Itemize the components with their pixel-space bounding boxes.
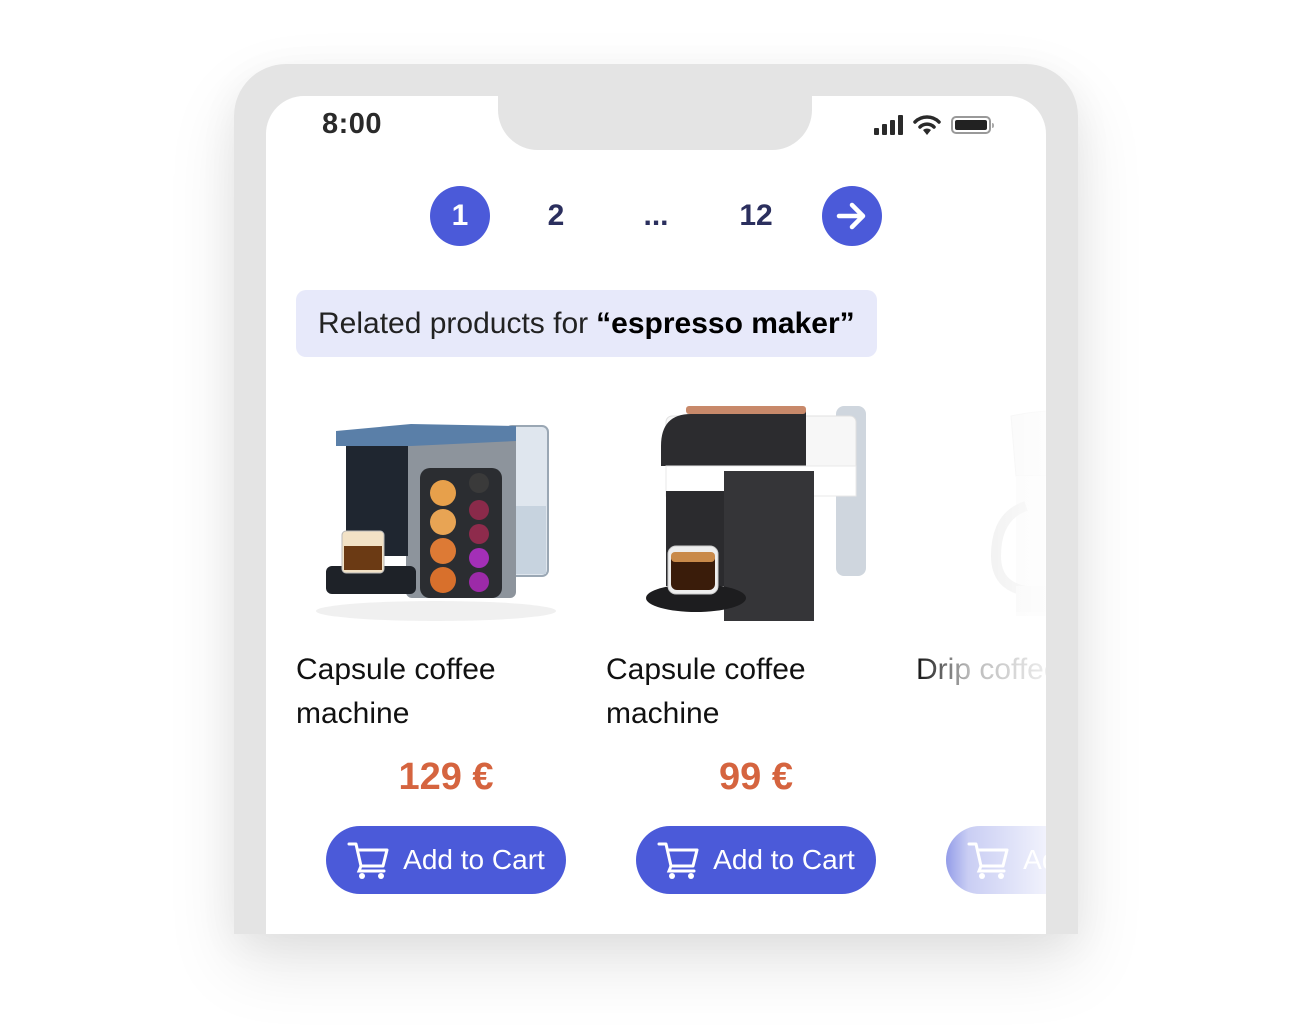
product-price: 12	[916, 756, 1046, 799]
add-to-cart-label: Add to Cart	[1023, 844, 1046, 875]
product-card[interactable]: Drip coffee maker 12 Add to Cart	[916, 386, 1046, 906]
next-page-button[interactable]	[822, 186, 882, 246]
status-icons	[874, 114, 994, 136]
add-to-cart-label: Add to Cart	[403, 844, 545, 875]
related-prefix: Related products for	[318, 306, 589, 340]
product-price: 99 €	[719, 756, 793, 798]
cart-icon	[347, 842, 389, 879]
pagination: 1 2 ... 12	[430, 186, 890, 246]
phone-notch	[498, 96, 812, 150]
product-name[interactable]: Capsule coffee machine	[606, 648, 876, 736]
cart-icon	[657, 842, 699, 879]
product-name[interactable]: Drip coffee maker	[916, 648, 1046, 692]
wifi-icon	[913, 115, 941, 135]
related-products-chip: Related products for “espresso maker”	[296, 290, 877, 357]
page-2-button[interactable]: 2	[526, 186, 586, 246]
page-ellipsis: ...	[643, 199, 669, 232]
product-price: 129 €	[398, 756, 494, 798]
related-query: “espresso maker”	[596, 306, 855, 340]
battery-icon	[951, 116, 994, 134]
product-name[interactable]: Capsule coffee machine	[296, 648, 566, 736]
add-to-cart-label: Add to Cart	[713, 844, 855, 875]
product-card[interactable]: Capsule coffee machine 129 € Add to Cart	[296, 386, 576, 906]
arrow-right-icon	[836, 202, 866, 230]
cellular-signal-icon	[874, 115, 903, 135]
add-to-cart-button[interactable]: Add to Cart	[946, 826, 1046, 894]
product-card[interactable]: Capsule coffee machine 99 € Add to Cart	[606, 386, 886, 906]
add-to-cart-button[interactable]: Add to Cart	[326, 826, 566, 894]
product-carousel[interactable]: Capsule coffee machine 129 € Add to Cart	[266, 386, 1046, 926]
phone-frame: 8:00 1 2 ... 12 Related products for “es…	[234, 64, 1078, 934]
page-1-button[interactable]: 1	[430, 186, 490, 246]
capsule-coffee-machine-image[interactable]	[606, 386, 886, 636]
capsule-coffee-machine-image[interactable]	[296, 386, 576, 636]
add-to-cart-button[interactable]: Add to Cart	[636, 826, 876, 894]
phone-screen: 8:00 1 2 ... 12 Related products for “es…	[266, 96, 1046, 934]
cart-icon	[967, 842, 1009, 879]
drip-coffee-maker-image[interactable]	[916, 386, 1046, 636]
page-12-button[interactable]: 12	[726, 186, 786, 246]
status-time: 8:00	[322, 108, 383, 140]
